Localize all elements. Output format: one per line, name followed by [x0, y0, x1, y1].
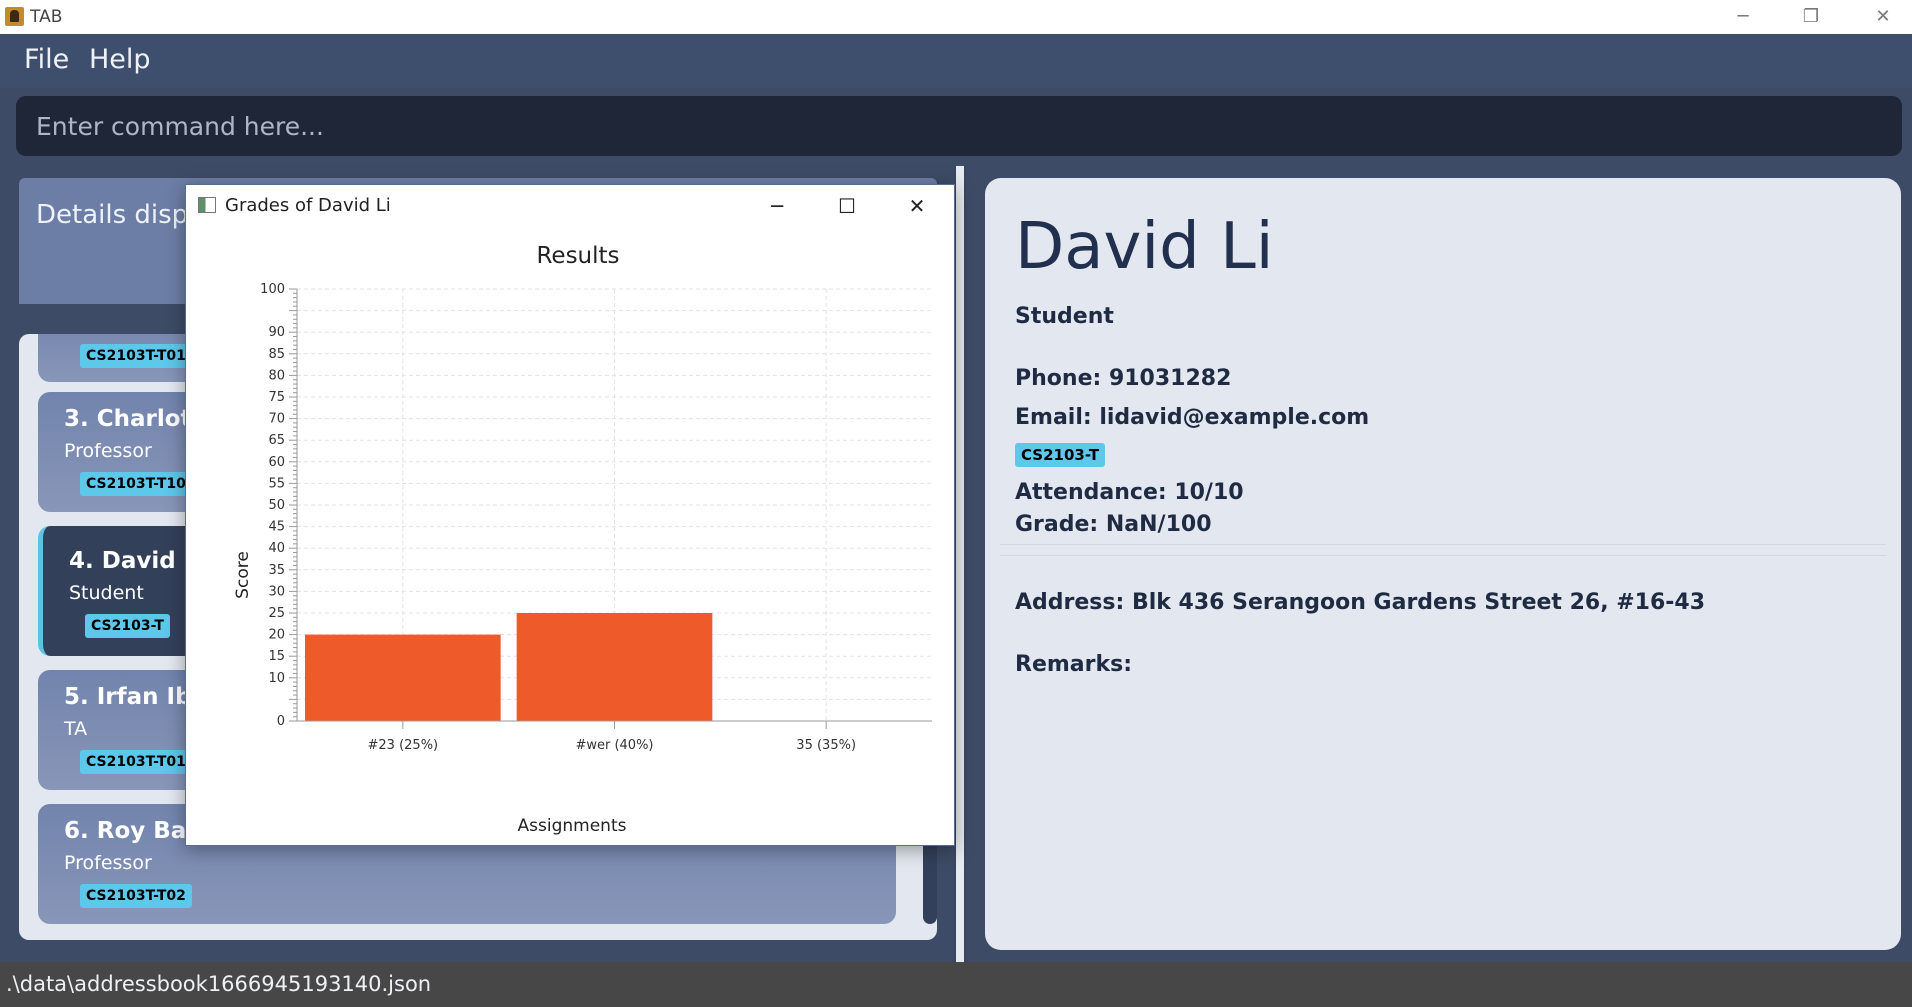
- y-tick-label: 10: [268, 671, 285, 686]
- list-scrollbar[interactable]: [923, 834, 937, 924]
- y-tick-label: 90: [268, 325, 285, 340]
- y-tick-label: 85: [268, 347, 285, 362]
- detail-remarks: Remarks:: [1015, 652, 1133, 677]
- x-tick-label: 35 (35%): [796, 738, 856, 753]
- bar[interactable]: [305, 634, 501, 721]
- chart-window-title: Grades of David Li: [225, 195, 391, 216]
- person-tag: CS2103T-T01: [80, 344, 192, 368]
- close-icon[interactable]: ✕: [892, 191, 942, 221]
- y-tick-label: 20: [268, 628, 285, 643]
- person-tag: CS2103-T: [85, 614, 170, 638]
- detail-role: Student: [1015, 304, 1114, 329]
- detail-address: Address: Blk 436 Serangoon Gardens Stree…: [1015, 590, 1706, 615]
- y-tick-label: 65: [268, 433, 285, 448]
- command-box: [16, 96, 1902, 156]
- y-tick-label: 75: [268, 390, 285, 405]
- person-role: Student: [69, 582, 144, 604]
- detail-panel: David Li Student Phone: 91031282 Email: …: [985, 178, 1901, 950]
- status-bar: .\data\addressbook1666945193140.json: [0, 962, 1912, 1007]
- minimize-icon[interactable]: ─: [1714, 3, 1772, 31]
- y-tick-label: 50: [268, 498, 285, 513]
- app-icon: [5, 7, 24, 26]
- window-icon: [198, 197, 216, 213]
- y-tick-label: 100: [260, 282, 285, 297]
- bar[interactable]: [516, 613, 713, 721]
- y-tick-label: 80: [268, 368, 285, 383]
- y-tick-label: 35: [268, 563, 285, 578]
- detail-name: David Li: [1015, 210, 1274, 284]
- x-axis-title: Assignments: [518, 816, 627, 836]
- menu-help[interactable]: Help: [89, 44, 151, 75]
- detail-grade: Grade: NaN/100: [1015, 512, 1212, 537]
- person-tag: CS2103T-T02: [80, 884, 192, 908]
- detail-attendance: Attendance: 10/10: [1015, 480, 1244, 505]
- pane-divider[interactable]: [954, 166, 966, 962]
- chart-title: Results: [536, 243, 619, 269]
- detail-phone: Phone: 91031282: [1015, 366, 1232, 391]
- grades-chart-window: Grades of David Li ─ ☐ ✕ Results 0 10 15 20…: [185, 184, 955, 846]
- command-input[interactable]: [16, 96, 1902, 156]
- restore-icon[interactable]: ❐: [1782, 3, 1840, 31]
- x-tick-label: #wer (40%): [575, 738, 653, 753]
- y-tick-label: 60: [268, 455, 285, 470]
- detail-divider: [1000, 544, 1886, 556]
- person-tag: CS2103T-T10: [80, 472, 192, 496]
- menu-file[interactable]: File: [24, 44, 69, 75]
- grades-bar-chart: Results 0 10 15 20 25 30 35 40 45 50 55 60 65 70 75 80 8…: [233, 243, 932, 836]
- y-tick-label: 45: [268, 520, 285, 535]
- y-tick-label: 40: [268, 541, 285, 556]
- detail-email: Email: lidavid@example.com: [1015, 405, 1370, 430]
- menu-bar: File Help: [0, 34, 1912, 88]
- window-titlebar: TAB ─ ❐ ✕: [0, 0, 1912, 34]
- maximize-icon[interactable]: ☐: [822, 191, 872, 221]
- person-tag: CS2103T-T01: [80, 750, 192, 774]
- person-role: Professor: [64, 440, 152, 462]
- y-axis-title: Score: [233, 551, 253, 599]
- y-tick-label: 70: [268, 412, 285, 427]
- app-title: TAB: [30, 7, 63, 27]
- close-icon[interactable]: ✕: [1854, 3, 1912, 31]
- chart-window-titlebar[interactable]: Grades of David Li ─ ☐ ✕: [186, 185, 954, 227]
- person-role: Professor: [64, 852, 152, 874]
- detail-tag: CS2103-T: [1015, 443, 1106, 467]
- y-tick-label: 15: [268, 649, 285, 664]
- status-file-path: .\data\addressbook1666945193140.json: [6, 972, 432, 996]
- y-tick-label: 55: [268, 476, 285, 491]
- person-role: TA: [64, 718, 88, 740]
- y-tick-label: 25: [268, 606, 285, 621]
- x-tick-label: #23 (25%): [368, 738, 439, 753]
- y-tick-label: 0: [277, 714, 285, 729]
- y-tick-label: 30: [268, 584, 285, 599]
- minimize-icon[interactable]: ─: [752, 191, 802, 221]
